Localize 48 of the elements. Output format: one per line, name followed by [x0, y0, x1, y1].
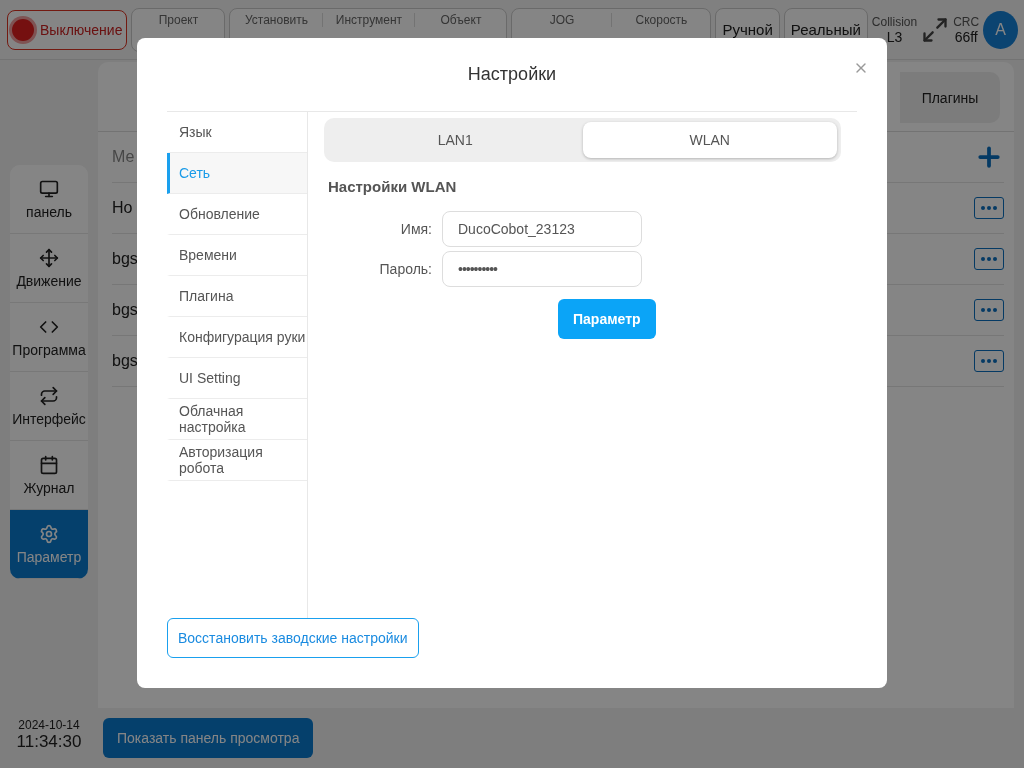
- section-title: Настройки WLAN: [328, 178, 458, 195]
- dialog-title: Настройки: [467, 64, 557, 85]
- power-button[interactable]: Выключение: [7, 9, 128, 50]
- row-name: bgs: [112, 301, 138, 319]
- status-label: Проект: [157, 12, 200, 27]
- move-arrows-icon: [39, 247, 59, 268]
- more-dots-icon: [981, 359, 997, 363]
- menu-item[interactable]: Сеть: [167, 153, 307, 194]
- input-field[interactable]: ••••••••••: [442, 251, 642, 287]
- tab[interactable]: WLAN: [582, 122, 837, 158]
- status-label: JOG: [548, 12, 576, 27]
- user-avatar[interactable]: A: [983, 10, 1018, 49]
- repeat-arrows-icon: [39, 385, 59, 406]
- status-label: Установить: [243, 12, 309, 27]
- more-dots-icon: [981, 206, 997, 210]
- collision-label: Collision: [871, 14, 918, 30]
- settings-icon: [39, 523, 59, 544]
- fullscreen-icon[interactable]: [921, 15, 950, 44]
- more-dots-icon: [981, 308, 997, 312]
- calendar-icon: [39, 454, 59, 475]
- date-text: 2024-10-14: [18, 718, 80, 732]
- status-label: Инструмент: [322, 12, 415, 27]
- column-header: Ме: [112, 148, 135, 166]
- status-label: Скорость: [611, 12, 711, 27]
- time-text: 11:34:30: [16, 732, 82, 752]
- field-label: Имя:: [399, 221, 432, 237]
- power-status-icon: [12, 18, 34, 41]
- monitor-icon: [39, 178, 59, 199]
- field-label: Пароль:: [378, 261, 432, 277]
- reset-button[interactable]: Восстановить заводские настройки: [167, 618, 419, 658]
- status-label: Объект: [414, 12, 507, 27]
- crc-label: CRC: [953, 14, 980, 30]
- more-button[interactable]: [974, 197, 1004, 219]
- input-field[interactable]: DucoCobot_23123: [442, 211, 642, 247]
- more-button[interactable]: [974, 248, 1004, 270]
- row-name: bgs: [112, 352, 138, 370]
- preview-button[interactable]: Показать панель просмотра: [103, 718, 314, 758]
- nav-item[interactable]: Параметр: [10, 510, 88, 579]
- tab[interactable]: LAN1: [328, 122, 583, 158]
- more-button[interactable]: [974, 350, 1004, 372]
- row-name: Ho: [112, 199, 133, 217]
- collision-value: L3: [886, 29, 903, 45]
- row-name: bgs: [112, 250, 138, 268]
- more-dots-icon: [981, 257, 997, 261]
- more-button[interactable]: [974, 299, 1004, 321]
- apply-button[interactable]: Параметр: [558, 299, 656, 339]
- tab[interactable]: Плагины: [900, 72, 1000, 123]
- crc-value: 66ff: [954, 29, 978, 45]
